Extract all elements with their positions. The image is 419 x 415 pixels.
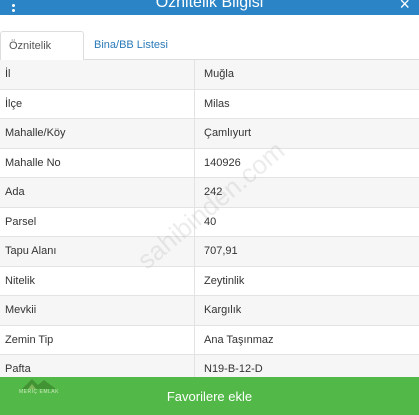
table-row: Mevkii Kargılık bbox=[0, 296, 419, 326]
row-label: Ada bbox=[0, 178, 195, 207]
table-row: İlçe Milas bbox=[0, 89, 419, 119]
tab-oznitelik-bilgisi[interactable]: Öznitelik Bilgisi bbox=[0, 31, 84, 80]
row-label: Mevkii bbox=[0, 296, 195, 325]
row-value: 140926 bbox=[204, 156, 241, 169]
row-value: 242 bbox=[204, 186, 223, 198]
attribute-table: İl Muğla İlçe Milas Mahalle/Köy Çamlıyur… bbox=[0, 60, 419, 385]
tab-bina-bb-listesi[interactable]: Bina/BB Listesi bbox=[86, 31, 176, 61]
row-value: Ana Taşınmaz bbox=[204, 333, 274, 346]
row-value: Zeytinlik bbox=[204, 274, 245, 287]
row-label: Nitelik bbox=[0, 266, 195, 295]
row-label: İl bbox=[0, 60, 195, 89]
row-value: Kargılık bbox=[204, 304, 242, 316]
table-row: Ada 242 bbox=[0, 178, 419, 208]
table-row: Nitelik Zeytinlik bbox=[0, 266, 419, 296]
row-value: Milas bbox=[204, 97, 230, 110]
table-row: Zemin Tip Ana Taşınmaz bbox=[0, 325, 419, 355]
row-label: Tapu Alanı bbox=[0, 237, 195, 266]
row-label: Mahalle/Köy bbox=[0, 119, 195, 148]
row-label: Mahalle No bbox=[0, 148, 195, 177]
row-value: Çamlıyurt bbox=[204, 127, 252, 139]
row-value: 707,91 bbox=[204, 245, 238, 257]
table-row: Mahalle No 140926 bbox=[0, 148, 419, 178]
tab-bar: Öznitelik Bilgisi Bina/BB Listesi bbox=[0, 15, 419, 80]
row-label: Parsel bbox=[0, 207, 195, 236]
page-title: Öznitelik Bilgisi bbox=[155, 0, 264, 11]
table-row: Tapu Alanı 707,91 bbox=[0, 237, 419, 267]
table-row: İl Muğla bbox=[0, 60, 419, 90]
add-to-favorites-button[interactable]: Favorilere ekle bbox=[0, 377, 419, 415]
table-row: Parsel 40 bbox=[0, 207, 419, 237]
header-bar: Öznitelik Bilgisi × bbox=[0, 0, 419, 15]
close-icon[interactable]: × bbox=[399, 0, 410, 14]
row-label: Zemin Tip bbox=[0, 325, 195, 354]
table-row: Mahalle/Köy Çamlıyurt bbox=[0, 119, 419, 149]
row-label: İlçe bbox=[0, 89, 195, 118]
row-value: Muğla bbox=[204, 68, 234, 80]
row-value: 40 bbox=[204, 215, 217, 228]
